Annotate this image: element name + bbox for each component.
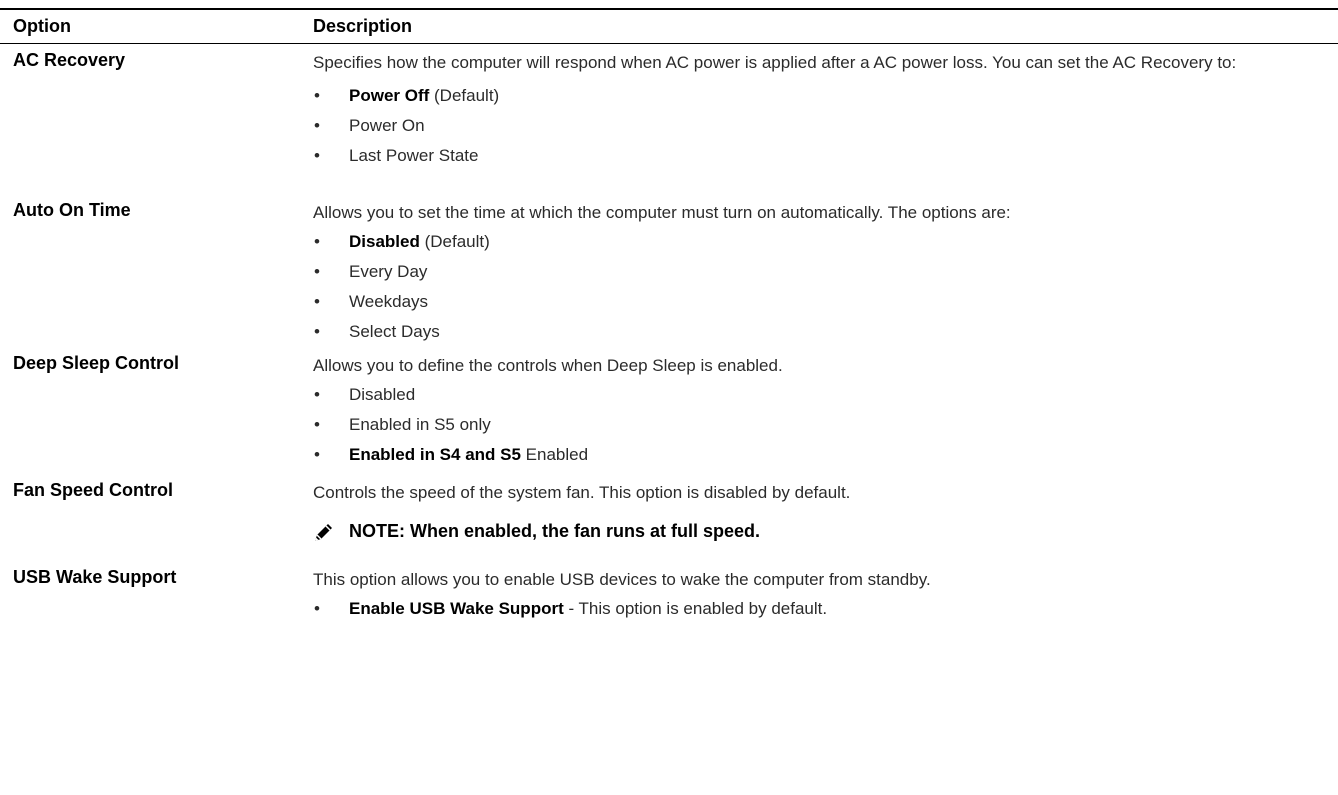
header-option: Option	[13, 16, 71, 36]
bullet-icon: •	[314, 146, 320, 165]
note-block: NOTE: When enabled, the fan runs at full…	[313, 519, 1318, 544]
table-row: Fan Speed Control Controls the speed of …	[0, 474, 1338, 561]
bullet-icon: •	[314, 86, 320, 105]
list-item: • Enabled in S5 only	[313, 410, 1318, 440]
list-item-text: Every Day	[349, 262, 428, 281]
table-row: Deep Sleep Control Allows you to define …	[0, 347, 1338, 474]
list-item: • Enable USB Wake Support - This option i…	[313, 594, 1318, 624]
list-item: • Power On	[313, 111, 1318, 141]
list-item-text: Enabled in S5 only	[349, 415, 491, 434]
bullet-icon: •	[314, 116, 320, 135]
list-item-text: Power On	[349, 116, 425, 135]
list-item-bold: Enabled in S4 and S5	[349, 445, 521, 464]
option-list: • Disabled • Enabled in S5 only • Enabled i…	[313, 380, 1318, 470]
option-description-cell: Specifies how the computer will respond …	[313, 44, 1338, 171]
list-item: • Every Day	[313, 257, 1318, 287]
note-text: NOTE: When enabled, the fan runs at full…	[349, 521, 761, 541]
bullet-icon: •	[314, 322, 320, 341]
list-item-text: - This option is enabled by default.	[563, 599, 828, 618]
list-item-text: (Default)	[429, 86, 500, 105]
option-name: AC Recovery	[13, 50, 126, 70]
list-item: • Select Days	[313, 317, 1318, 347]
description-text: Allows you to define the controls when D…	[313, 356, 783, 375]
list-item-bold: Power Off	[349, 86, 430, 105]
list-item: • Disabled	[313, 380, 1318, 410]
option-description-cell: Controls the speed of the system fan. Th…	[313, 474, 1338, 544]
table-header: Option Description	[0, 10, 1338, 44]
option-name: Deep Sleep Control	[13, 353, 180, 373]
description-text: Allows you to set the time at which the …	[313, 203, 1011, 222]
list-item-text: Disabled	[349, 385, 416, 404]
list-item: • Power Off (Default)	[313, 81, 1318, 111]
list-item-text: Select Days	[349, 322, 440, 341]
option-list: • Enable USB Wake Support - This option i…	[313, 594, 1318, 624]
option-list: • Power Off (Default) • Power On • Last Pow…	[313, 81, 1318, 171]
description-text: Specifies how the computer will respond …	[313, 53, 1237, 72]
list-item: • Last Power State	[313, 141, 1318, 171]
option-description-cell: This option allows you to enable USB dev…	[313, 561, 1338, 624]
bullet-icon: •	[314, 262, 320, 281]
table-row: USB Wake Support This option allows you …	[0, 561, 1338, 651]
list-item-bold: Disabled	[349, 232, 420, 251]
option-list: • Disabled (Default) • Every Day • Weekdays…	[313, 227, 1318, 347]
list-item: • Enabled in S4 and S5 Enabled	[313, 440, 1318, 470]
list-item-text: (Default)	[419, 232, 490, 251]
table-row: AC Recovery Specifies how the computer w…	[0, 44, 1338, 194]
options-table: Option Description AC Recovery Specifies…	[0, 8, 1338, 651]
option-description-cell: Allows you to define the controls when D…	[313, 347, 1338, 470]
list-item-bold: Enable USB Wake Support	[349, 599, 564, 618]
pencil-note-icon	[315, 523, 332, 541]
list-item: • Disabled (Default)	[313, 227, 1318, 257]
option-name: Fan Speed Control	[13, 480, 174, 500]
list-item-text: Weekdays	[349, 292, 429, 311]
header-description: Description	[313, 16, 413, 36]
option-name: Auto On Time	[13, 200, 131, 220]
option-name: USB Wake Support	[13, 567, 177, 587]
description-text: This option allows you to enable USB dev…	[313, 570, 931, 589]
option-description-cell: Allows you to set the time at which the …	[313, 194, 1338, 347]
bullet-icon: •	[314, 292, 320, 311]
bullet-icon: •	[314, 599, 320, 618]
description-text: Controls the speed of the system fan. Th…	[313, 483, 851, 502]
bullet-icon: •	[314, 445, 320, 464]
bullet-icon: •	[314, 385, 320, 404]
bullet-icon: •	[314, 232, 320, 251]
list-item-text: Enabled	[520, 445, 589, 464]
list-item-text: Last Power State	[349, 146, 479, 165]
list-item: • Weekdays	[313, 287, 1318, 317]
table-row: Auto On Time Allows you to set the time …	[0, 194, 1338, 347]
bullet-icon: •	[314, 415, 320, 434]
